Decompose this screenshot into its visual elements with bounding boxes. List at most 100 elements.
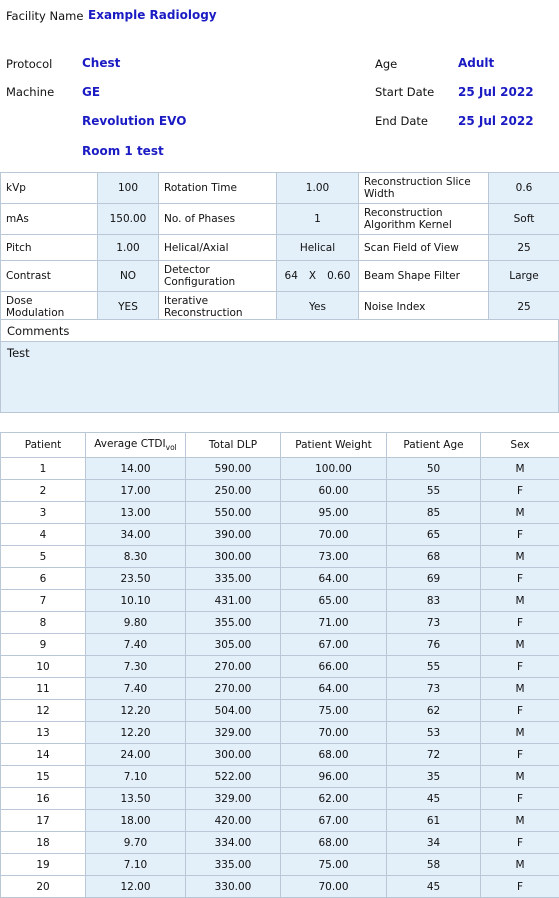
end-date-label: End Date <box>375 114 428 128</box>
cell-total-dlp: 335.00 <box>185 567 281 590</box>
param-pitch-value: 1.00 <box>97 234 159 262</box>
cell-patient-age: 76 <box>386 633 481 656</box>
comments-body[interactable]: Test <box>0 341 559 413</box>
scan-parameters-table: kVp 100 Rotation Time 1.00 Reconstructio… <box>0 171 559 324</box>
cell-total-dlp: 550.00 <box>185 501 281 524</box>
param-no-of-phases-value: 1 <box>276 203 359 236</box>
cell-patient-weight: 73.00 <box>280 545 387 568</box>
table-row: Pitch 1.00 Helical/Axial Helical Scan Fi… <box>0 234 559 262</box>
cell-total-dlp: 590.00 <box>185 457 281 480</box>
cell-patient-weight: 65.00 <box>280 589 387 612</box>
cell-sex: F <box>480 611 559 634</box>
comments-text: Test <box>7 346 30 360</box>
comments-title-label: Comments <box>7 324 70 338</box>
cell-patient-age: 65 <box>386 523 481 546</box>
cell-patient-weight: 96.00 <box>280 765 387 788</box>
cell-patient: 1 <box>0 457 86 480</box>
table-row: 10 7.30 270.00 66.00 55 F <box>0 655 559 678</box>
report-page: Facility Name Example Radiology Protocol… <box>0 0 559 898</box>
cell-patient: 4 <box>0 523 86 546</box>
param-detector-configuration-label: Detector Configuration <box>158 260 277 293</box>
cell-average-ctdi-vol: 13.00 <box>85 501 186 524</box>
cell-total-dlp: 420.00 <box>185 809 281 832</box>
cell-patient-weight: 70.00 <box>280 721 387 744</box>
facility-name-label: Facility Name <box>6 9 84 23</box>
cell-sex: M <box>480 809 559 832</box>
cell-average-ctdi-vol: 10.10 <box>85 589 186 612</box>
age-label: Age <box>375 57 398 71</box>
cell-patient: 10 <box>0 655 86 678</box>
cell-total-dlp: 390.00 <box>185 523 281 546</box>
param-no-of-phases-label: No. of Phases <box>158 203 277 236</box>
cell-average-ctdi-vol: 12.00 <box>85 875 186 898</box>
table-row: 9 7.40 305.00 67.00 76 M <box>0 633 559 656</box>
table-row: 19 7.10 335.00 75.00 58 M <box>0 853 559 876</box>
cell-patient-age: 73 <box>386 611 481 634</box>
cell-average-ctdi-vol: 7.40 <box>85 677 186 700</box>
cell-patient-weight: 95.00 <box>280 501 387 524</box>
cell-average-ctdi-vol: 7.30 <box>85 655 186 678</box>
cell-sex: M <box>480 765 559 788</box>
table-row: 3 13.00 550.00 95.00 85 M <box>0 501 559 524</box>
cell-sex: M <box>480 633 559 656</box>
cell-average-ctdi-vol: 14.00 <box>85 457 186 480</box>
cell-patient: 16 <box>0 787 86 810</box>
cell-patient: 17 <box>0 809 86 832</box>
cell-total-dlp: 300.00 <box>185 743 281 766</box>
table-row: 11 7.40 270.00 64.00 73 M <box>0 677 559 700</box>
cell-patient: 3 <box>0 501 86 524</box>
cell-patient-age: 34 <box>386 831 481 854</box>
cell-average-ctdi-vol: 12.20 <box>85 721 186 744</box>
cell-total-dlp: 355.00 <box>185 611 281 634</box>
protocol-value: Chest <box>82 56 121 70</box>
cell-average-ctdi-vol: 8.30 <box>85 545 186 568</box>
table-row: 5 8.30 300.00 73.00 68 M <box>0 545 559 568</box>
cell-sex: F <box>480 567 559 590</box>
cell-sex: M <box>480 589 559 612</box>
col-header-total-dlp: Total DLP <box>185 432 281 458</box>
cell-sex: F <box>480 523 559 546</box>
cell-patient: 6 <box>0 567 86 590</box>
cell-average-ctdi-vol: 9.70 <box>85 831 186 854</box>
cell-patient-age: 85 <box>386 501 481 524</box>
detector-times-symbol: X <box>308 270 317 283</box>
cell-sex: F <box>480 875 559 898</box>
comments-header: Comments <box>0 319 559 342</box>
ctdi-main-text: Average CTDI <box>94 437 166 450</box>
cell-average-ctdi-vol: 7.10 <box>85 765 186 788</box>
cell-patient-weight: 71.00 <box>280 611 387 634</box>
cell-sex: F <box>480 479 559 502</box>
cell-patient-weight: 64.00 <box>280 677 387 700</box>
cell-total-dlp: 522.00 <box>185 765 281 788</box>
cell-total-dlp: 305.00 <box>185 633 281 656</box>
cell-sex: F <box>480 699 559 722</box>
cell-average-ctdi-vol: 23.50 <box>85 567 186 590</box>
table-row: 16 13.50 329.00 62.00 45 F <box>0 787 559 810</box>
cell-total-dlp: 335.00 <box>185 853 281 876</box>
cell-patient: 7 <box>0 589 86 612</box>
table-row: 14 24.00 300.00 68.00 72 F <box>0 743 559 766</box>
cell-patient-weight: 75.00 <box>280 853 387 876</box>
cell-patient-age: 69 <box>386 567 481 590</box>
cell-sex: M <box>480 677 559 700</box>
param-beam-shape-filter-value: Large <box>488 260 559 293</box>
cell-patient-weight: 66.00 <box>280 655 387 678</box>
cell-average-ctdi-vol: 9.80 <box>85 611 186 634</box>
machine-model-value: Revolution EVO <box>82 114 187 128</box>
param-rotation-time-value: 1.00 <box>276 171 359 205</box>
cell-sex: M <box>480 457 559 480</box>
cell-total-dlp: 330.00 <box>185 875 281 898</box>
param-rotation-time-label: Rotation Time <box>158 171 277 205</box>
cell-patient: 12 <box>0 699 86 722</box>
table-header-row: Patient Average CTDIvol Total DLP Patien… <box>0 432 559 458</box>
cell-patient-weight: 75.00 <box>280 699 387 722</box>
detector-rows: 64 <box>284 270 298 283</box>
param-scan-field-of-view-label: Scan Field of View <box>358 234 489 262</box>
param-kvp-label: kVp <box>0 171 98 205</box>
table-row: 13 12.20 329.00 70.00 53 M <box>0 721 559 744</box>
param-recon-slice-width-label: Reconstruction Slice Width <box>358 171 489 205</box>
cell-patient-age: 62 <box>386 699 481 722</box>
cell-total-dlp: 329.00 <box>185 787 281 810</box>
param-contrast-value: NO <box>97 260 159 293</box>
cell-patient-weight: 68.00 <box>280 831 387 854</box>
